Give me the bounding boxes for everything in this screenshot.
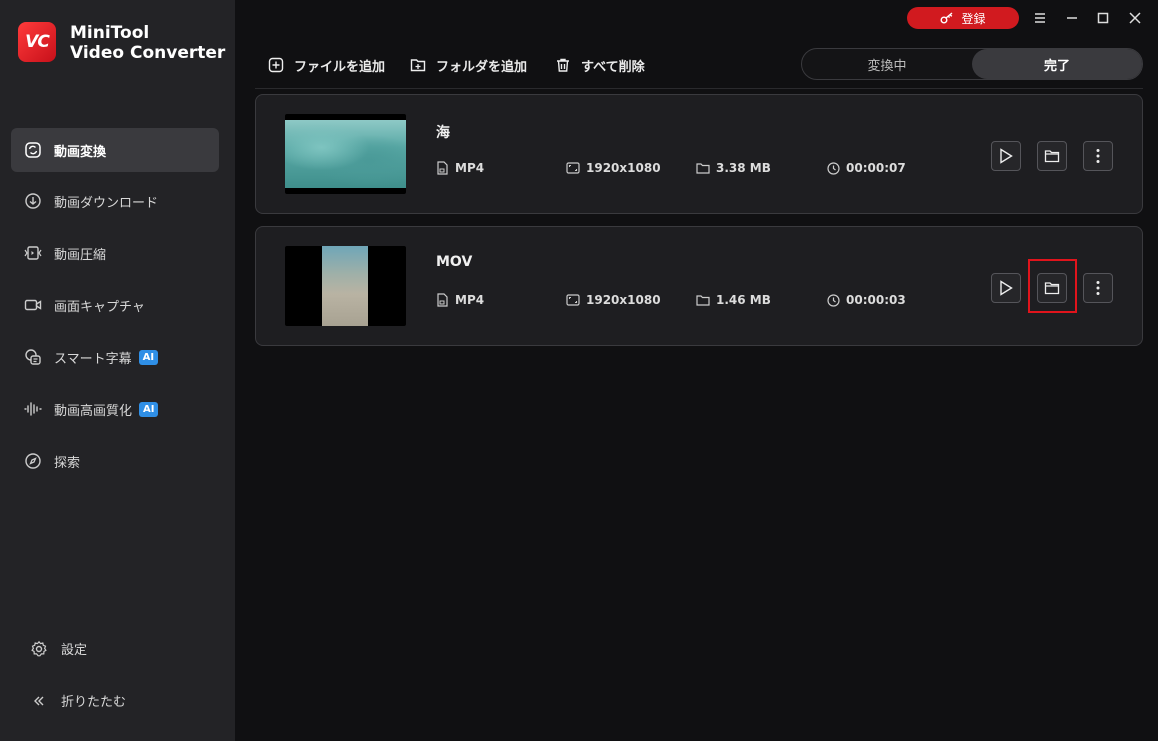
clock-icon <box>827 161 840 175</box>
file-video-icon <box>437 293 448 307</box>
maximize-button[interactable] <box>1094 9 1112 27</box>
file-name: MOV <box>436 254 473 270</box>
add-file-icon <box>268 57 284 73</box>
menu-button[interactable] <box>1031 9 1049 27</box>
sidebar-item-subtitle[interactable]: スマート字幕 AI <box>11 335 219 379</box>
subtitle-icon <box>24 348 42 366</box>
play-icon <box>1000 148 1013 164</box>
app-logo: VC <box>18 22 56 62</box>
download-icon <box>24 192 42 210</box>
add-folder-button[interactable]: フォルダを追加 <box>410 55 527 75</box>
sidebar-item-label: 動画圧縮 <box>54 247 107 263</box>
double-chevron-left-icon <box>30 692 48 710</box>
sidebar-item-label: 画面キャプチャ <box>54 299 145 315</box>
more-button[interactable] <box>1083 141 1113 171</box>
file-size: 3.38 MB <box>696 161 771 175</box>
file-size: 1.46 MB <box>696 293 771 307</box>
sidebar-item-label: 探索 <box>54 455 81 471</box>
sidebar-item-label: スマート字幕 <box>54 351 132 367</box>
status-tabs: 変換中 完了 <box>801 48 1143 80</box>
maximize-icon <box>1097 12 1109 24</box>
register-label: 登録 <box>961 11 986 26</box>
play-button[interactable] <box>991 273 1021 303</box>
sidebar-item-label: 動画ダウンロード <box>54 195 159 211</box>
open-folder-button[interactable] <box>1037 141 1067 171</box>
more-button[interactable] <box>1083 273 1113 303</box>
add-folder-icon <box>410 59 426 72</box>
folder-icon <box>696 163 710 174</box>
sidebar-item-explore[interactable]: 探索 <box>11 439 219 483</box>
more-vertical-icon <box>1096 281 1100 295</box>
tab-done[interactable]: 完了 <box>972 49 1142 79</box>
delete-all-button[interactable]: すべて削除 <box>555 55 645 75</box>
highlight-box <box>1028 259 1077 313</box>
sidebar-item-compress[interactable]: 動画圧縮 <box>11 231 219 275</box>
collapse-label: 折りたたむ <box>61 695 127 710</box>
video-thumbnail[interactable] <box>285 246 406 326</box>
tab-converting[interactable]: 変換中 <box>802 49 972 79</box>
resolution-icon <box>566 162 580 174</box>
add-file-button[interactable]: ファイルを追加 <box>268 55 385 75</box>
folder-icon <box>696 295 710 306</box>
file-resolution: 1920x1080 <box>566 293 661 307</box>
file-duration: 00:00:03 <box>827 293 906 307</box>
camera-icon <box>24 296 42 314</box>
play-button[interactable] <box>991 141 1021 171</box>
sidebar-item-label: 動画変換 <box>54 144 107 160</box>
folder-icon <box>1044 150 1060 163</box>
minimize-button[interactable] <box>1063 9 1081 27</box>
file-video-icon <box>437 161 448 175</box>
video-thumbnail[interactable] <box>285 114 406 194</box>
ai-badge: AI <box>139 401 159 417</box>
toolbar-divider <box>255 88 1143 89</box>
add-folder-label: フォルダを追加 <box>436 59 528 75</box>
file-format: MP4 <box>436 161 484 175</box>
file-duration: 00:00:07 <box>827 161 906 175</box>
sidebar-item-convert[interactable]: 動画変換 <box>11 128 219 172</box>
sidebar-item-capture[interactable]: 画面キャプチャ <box>11 283 219 327</box>
brand-line1: MiniTool <box>70 23 150 43</box>
register-button[interactable]: 登録 <box>907 7 1019 29</box>
convert-icon <box>24 141 42 159</box>
sidebar-item-download[interactable]: 動画ダウンロード <box>11 179 219 223</box>
sidebar: VC MiniTool Video Converter 動画変換 動画ダウンロー… <box>0 0 235 741</box>
clock-icon <box>827 293 840 307</box>
minimize-icon <box>1067 17 1077 19</box>
sidebar-item-enhance[interactable]: 動画高画質化 AI <box>11 387 219 431</box>
settings-label: 設定 <box>61 643 88 658</box>
settings-button[interactable]: 設定 <box>30 639 87 658</box>
add-file-label: ファイルを追加 <box>294 59 386 75</box>
delete-all-label: すべて削除 <box>581 59 645 75</box>
file-card: 海 MP4 1920x1080 3.38 MB 00:00:07 <box>255 94 1143 214</box>
hamburger-icon <box>1035 13 1045 23</box>
file-format: MP4 <box>436 293 484 307</box>
more-vertical-icon <box>1096 149 1100 163</box>
key-icon <box>940 12 953 24</box>
file-card: MOV MP4 1920x1080 1.46 MB 00:00:03 <box>255 226 1143 346</box>
trash-icon <box>557 58 569 72</box>
sidebar-item-label: 動画高画質化 <box>54 403 133 419</box>
play-icon <box>1000 280 1013 296</box>
close-icon <box>1129 12 1141 24</box>
close-button[interactable] <box>1126 9 1144 27</box>
file-name: 海 <box>436 125 450 141</box>
waveform-icon <box>24 400 42 418</box>
gear-icon <box>30 640 48 658</box>
brand-line2: Video Converter <box>70 43 226 63</box>
app-brand: MiniTool Video Converter <box>70 23 225 63</box>
compass-icon <box>24 452 42 470</box>
resolution-icon <box>566 294 580 306</box>
compress-icon <box>24 244 42 262</box>
ai-badge: AI <box>138 349 159 365</box>
file-resolution: 1920x1080 <box>566 161 661 175</box>
collapse-button[interactable]: 折りたたむ <box>30 691 126 710</box>
